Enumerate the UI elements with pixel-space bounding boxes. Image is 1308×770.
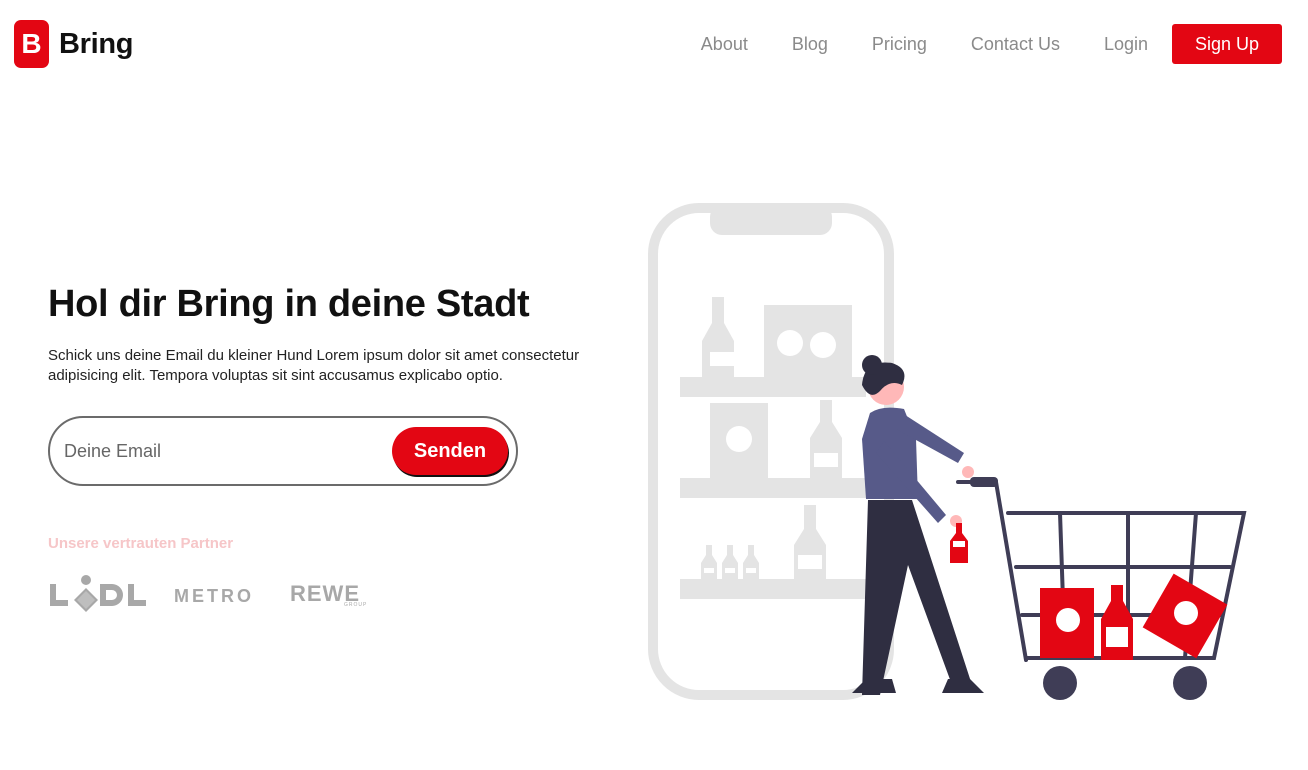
hero-title: Hol dir Bring in deine Stadt — [48, 283, 530, 325]
brand-logo[interactable]: B Bring — [14, 20, 134, 68]
nav-link-about[interactable]: About — [701, 34, 748, 55]
newsletter-form: Senden — [48, 416, 518, 486]
shelves — [680, 297, 866, 599]
shopper-figure — [852, 355, 984, 695]
lidl-logo — [50, 575, 146, 612]
nav-link-login[interactable]: Login — [1104, 34, 1148, 55]
signup-button[interactable]: Sign Up — [1172, 24, 1282, 64]
metro-logo: METRO — [174, 586, 254, 606]
partners-label: Unsere vertrauten Partner — [48, 535, 234, 552]
shopping-illustration — [648, 203, 1247, 700]
phone-icon — [648, 203, 894, 700]
brand-mark: B — [14, 20, 49, 68]
main-nav: About Blog Pricing Contact Us Login Sign… — [701, 24, 1282, 64]
nav-link-contact[interactable]: Contact Us — [971, 34, 1060, 55]
shopping-cart-icon — [956, 477, 1247, 700]
nav-link-pricing[interactable]: Pricing — [872, 34, 927, 55]
brand-name: Bring — [59, 27, 134, 60]
send-button[interactable]: Senden — [392, 427, 508, 475]
rewe-group-label: GROUP — [344, 602, 368, 608]
nav-link-blog[interactable]: Blog — [792, 34, 828, 55]
hero-subtitle: Schick uns deine Email du kleiner Hund L… — [48, 347, 580, 384]
email-input[interactable] — [64, 440, 364, 462]
